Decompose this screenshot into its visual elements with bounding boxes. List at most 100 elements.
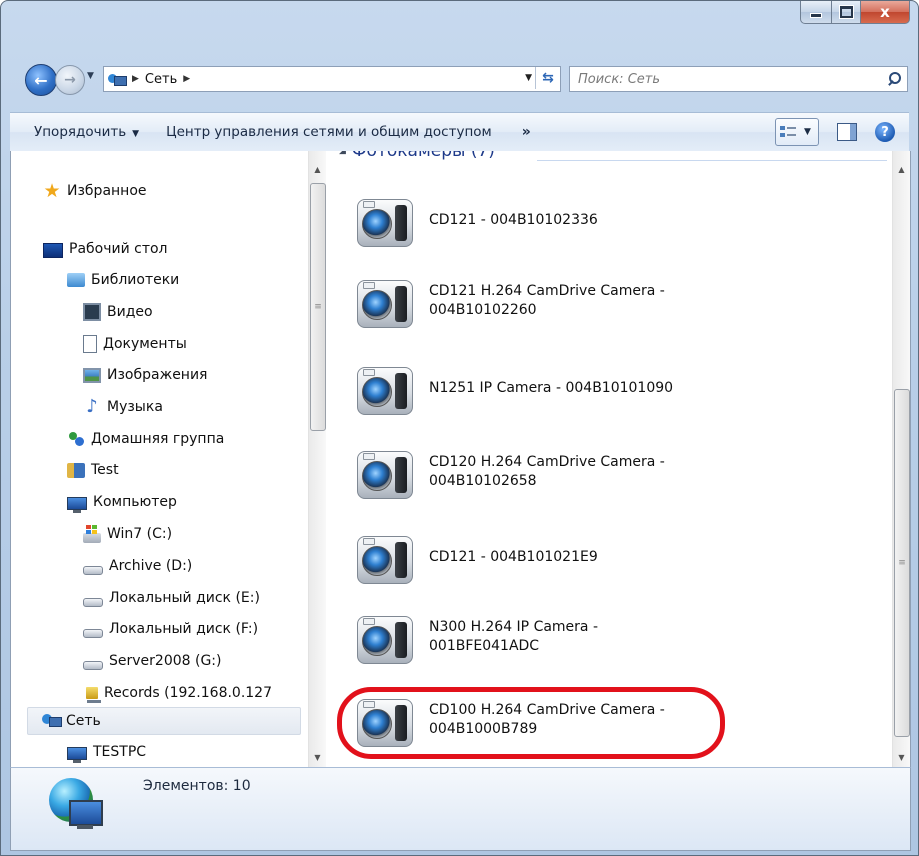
refresh-button[interactable]: ⇆ [535, 67, 560, 89]
network-center-button[interactable]: Центр управления сетями и общим доступом [166, 124, 492, 140]
file-list-scrollbar[interactable]: ▲ ≡ ▼ [892, 151, 910, 767]
sidebar-item-documents[interactable]: Документы [83, 331, 187, 357]
sidebar-item-label: Records (192.168.0.127 [104, 685, 272, 701]
sidebar-item-drive-d[interactable]: Archive (D:) [83, 553, 192, 579]
scroll-down-icon[interactable]: ▼ [893, 749, 910, 766]
computer-icon [67, 746, 87, 763]
more-commands-button[interactable]: » [522, 124, 531, 140]
list-item[interactable]: CD120 H.264 CamDrive Camera - 004B1010265… [355, 443, 815, 501]
sidebar-item-label: Музыка [107, 399, 163, 415]
drive-icon [83, 597, 103, 607]
address-dropdown-icon[interactable]: ▼ [525, 73, 532, 83]
camera-icon [355, 272, 413, 330]
scroll-up-icon[interactable]: ▲ [309, 161, 326, 178]
camera-icon [355, 191, 413, 249]
sidebar-item-favorites[interactable]: ★ Избранное [43, 178, 147, 204]
address-bar[interactable]: ▶ Сеть ▶ ▼ ⇆ [103, 66, 561, 92]
user-folder-icon [67, 462, 85, 478]
sidebar-item-video[interactable]: Видео [83, 299, 153, 325]
command-bar: Упорядочить ▼ Центр управления сетями и о… [10, 112, 909, 152]
item-name-line2: 004B10102260 [429, 302, 537, 318]
view-controls: ▼ ? [775, 118, 895, 146]
search-input[interactable] [576, 70, 885, 88]
group-divider [537, 160, 887, 161]
list-item[interactable]: N300 H.264 IP Camera - 001BFE041ADC [355, 608, 815, 666]
sidebar-item-desktop[interactable]: Рабочий стол [43, 236, 168, 262]
sidebar-item-drive-g[interactable]: Server2008 (G:) [83, 648, 221, 674]
search-box[interactable] [569, 66, 908, 92]
forward-button[interactable]: → [55, 65, 85, 95]
scrollbar-thumb[interactable]: ≡ [894, 389, 910, 737]
breadcrumb-separator-icon[interactable]: ▶ [132, 74, 139, 84]
navigation-scrollbar[interactable]: ▲ ≡ ▼ [308, 151, 326, 767]
camera-icon [355, 608, 413, 666]
item-name: CD100 H.264 CamDrive Camera - [429, 702, 665, 718]
breadcrumb-network[interactable]: Сеть [145, 72, 177, 87]
star-icon: ★ [43, 180, 61, 202]
item-name: N300 H.264 IP Camera - [429, 619, 599, 635]
help-label: ? [881, 124, 889, 140]
close-button[interactable]: x [861, 1, 910, 24]
sidebar-item-label: Сеть [66, 713, 101, 729]
refresh-icon: ⇆ [542, 70, 554, 86]
sidebar-item-images[interactable]: Изображения [83, 362, 207, 388]
sidebar-item-drive-e[interactable]: Локальный диск (E:) [83, 585, 260, 611]
group-label: Фотокамеры (7) [351, 151, 495, 161]
minimize-button[interactable] [800, 1, 832, 24]
sidebar-item-music[interactable]: ♪ Музыка [83, 394, 163, 420]
item-name-line2: 001BFE041ADC [429, 638, 540, 654]
maximize-button[interactable] [832, 1, 861, 24]
item-name: N1251 IP Camera - 004B10101090 [429, 379, 674, 396]
sidebar-item-libraries[interactable]: Библиотеки [67, 267, 179, 293]
network-globe-icon [49, 778, 105, 834]
list-item[interactable]: CD121 H.264 CamDrive Camera - 004B1010226… [355, 272, 815, 330]
item-name: CD121 H.264 CamDrive Camera - [429, 283, 665, 299]
back-arrow-icon: ← [34, 70, 48, 90]
list-item[interactable]: CD121 - 004B10102336 [355, 191, 815, 249]
list-item[interactable]: CD121 - 004B101021E9 [355, 528, 815, 586]
list-item[interactable]: N1251 IP Camera - 004B10101090 [355, 359, 815, 417]
list-item[interactable]: CD100 H.264 CamDrive Camera - 004B1000B78… [355, 691, 815, 749]
collapse-triangle-icon[interactable]: ◢ [339, 151, 346, 156]
organize-label: Упорядочить [34, 124, 127, 140]
sidebar-item-computer[interactable]: Компьютер [67, 489, 177, 515]
back-button[interactable]: ← [25, 64, 57, 96]
camera-icon [355, 528, 413, 586]
sidebar-item-records[interactable]: Records (192.168.0.127 [83, 680, 272, 706]
organize-button[interactable]: Упорядочить ▼ [34, 124, 139, 140]
sidebar-item-label: Test [91, 462, 119, 478]
group-header[interactable]: ◢ Фотокамеры (7) [339, 151, 495, 161]
desktop-icon [43, 242, 63, 258]
help-icon[interactable]: ? [875, 122, 895, 142]
scroll-up-icon[interactable]: ▲ [893, 161, 910, 178]
sidebar-item-label: Документы [103, 336, 187, 352]
preview-pane-icon[interactable] [837, 123, 857, 141]
caption-buttons: x [800, 1, 910, 24]
sidebar-item-test[interactable]: Test [67, 457, 119, 483]
navigation-pane: ★ Избранное Рабочий стол Библиотеки Видео… [11, 151, 307, 767]
network-icon [42, 712, 62, 730]
sidebar-item-label: Archive (D:) [109, 558, 193, 574]
sidebar-item-drive-f[interactable]: Локальный диск (F:) [83, 616, 258, 642]
sidebar-item-testpc[interactable]: TESTPC [67, 739, 146, 765]
music-icon: ♪ [86, 396, 98, 417]
breadcrumb-separator-icon[interactable]: ▶ [183, 74, 190, 84]
change-view-button[interactable]: ▼ [775, 118, 819, 146]
sidebar-item-network[interactable]: Сеть [27, 707, 301, 735]
camera-icon [355, 359, 413, 417]
item-name: CD121 - 004B101021E9 [429, 548, 598, 565]
scrollbar-thumb[interactable]: ≡ [310, 183, 326, 431]
sidebar-item-drive-c[interactable]: Win7 (C:) [83, 521, 172, 547]
history-dropdown-icon[interactable]: ▼ [87, 71, 94, 81]
images-icon [83, 367, 101, 383]
sidebar-item-homegroup[interactable]: Домашняя группа [67, 426, 224, 452]
drive-icon [83, 565, 103, 575]
sidebar-item-label: Win7 (C:) [107, 526, 173, 542]
scroll-down-icon[interactable]: ▼ [309, 749, 326, 766]
sidebar-item-label: Библиотеки [91, 272, 180, 288]
sidebar-item-label: Избранное [67, 183, 147, 199]
documents-icon [83, 335, 97, 353]
search-icon[interactable] [885, 70, 903, 88]
computer-icon [67, 496, 87, 513]
windows-drive-icon [83, 524, 101, 543]
